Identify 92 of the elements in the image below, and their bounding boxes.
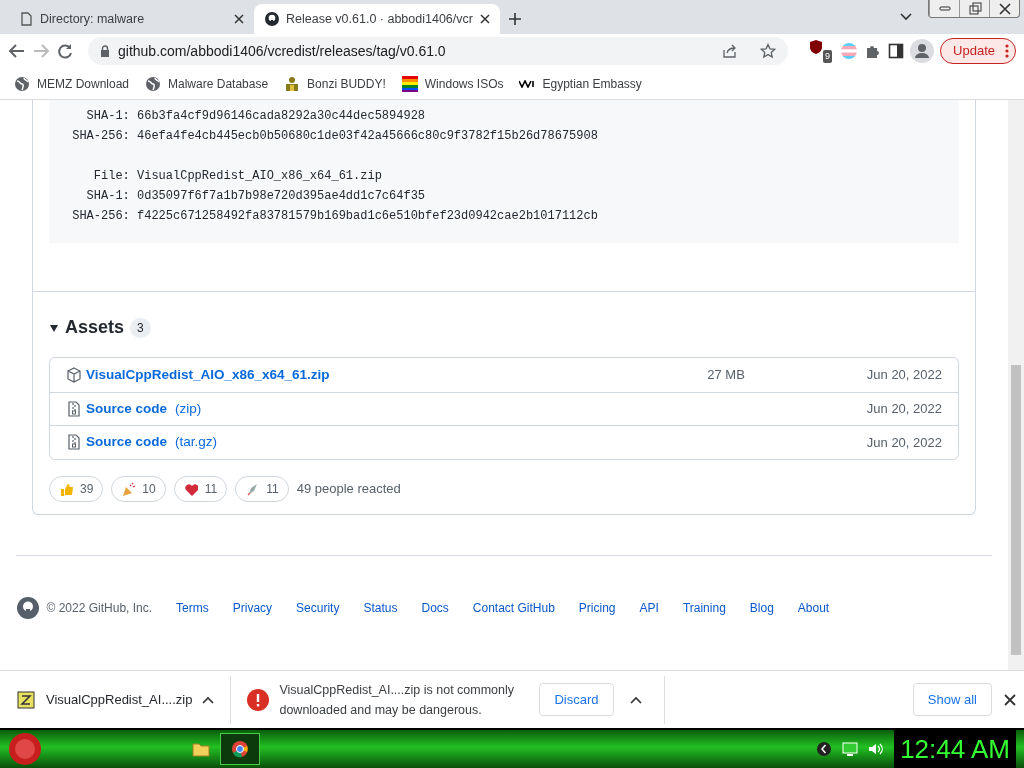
assets-heading[interactable]: Assets	[65, 314, 125, 341]
footer-link[interactable]: Docs	[421, 599, 449, 617]
extension-badge: 9	[823, 49, 833, 63]
update-button[interactable]: Update	[940, 38, 1016, 64]
reaction-button[interactable]: 11	[235, 475, 289, 502]
warning-text: VisualCppRedist_AI....zip is not commonly downloaded and may be dangerous.	[279, 681, 516, 719]
address-bar[interactable]: github.com/abbodi1406/vcredist/releases/tag/v0.61.0	[88, 37, 789, 65]
footer-link[interactable]: Terms	[176, 599, 209, 617]
shield-extension-icon[interactable]: 9	[808, 39, 833, 63]
restore-icon[interactable]	[966, 2, 983, 15]
side-panel-icon[interactable]	[888, 43, 905, 59]
chevron-up-icon[interactable]	[202, 695, 215, 704]
thumbs-up-icon	[59, 481, 73, 496]
chevron-left-icon[interactable]	[816, 741, 833, 757]
asset-date: Jun 20, 2022	[866, 433, 942, 452]
lock-icon	[100, 45, 110, 57]
close-icon[interactable]	[1004, 693, 1016, 706]
bookmark[interactable]: Bonzi BUDDY!	[284, 74, 386, 93]
asset-link[interactable]: VisualCppRedist_AIO_x86_x64_61.zip	[86, 364, 330, 385]
chevron-down-icon[interactable]	[900, 13, 912, 21]
copyright-text: © 2022 GitHub, Inc.	[46, 600, 153, 617]
speaker-icon[interactable]	[868, 741, 885, 757]
figure-icon	[284, 75, 301, 92]
checksum-line: SHA-1: 66b3fa4cf9d96146cada8292a30c44dec5894928	[85, 108, 427, 125]
close-icon[interactable]	[996, 2, 1013, 15]
shield-icon	[808, 39, 825, 55]
asset-format-link[interactable]: (zip)	[175, 398, 202, 419]
checksum-line: SHA-256: f4225c671258492fa83781579b169bad1c6e510bfef23d0942cae2b1017112cb	[71, 208, 599, 225]
asset-format-link[interactable]: (tar.gz)	[175, 432, 218, 453]
browser-tab[interactable]: Release v0.61.0 · abbodi1406/vcr	[254, 4, 500, 34]
globe-icon	[14, 75, 30, 92]
archive-file-icon	[16, 689, 36, 710]
close-icon[interactable]	[234, 14, 244, 24]
browser-tab[interactable]: Directory: malware	[8, 4, 254, 34]
bookmark[interactable]: Egyptian Embassy	[519, 74, 642, 93]
package-icon	[66, 366, 82, 383]
checksum-line: File: VisualCppRedist_AIO_x86_x64_61.zip	[92, 168, 383, 185]
asset-link[interactable]: Source code	[86, 398, 168, 419]
checksum-line: SHA-1: 0d35097f6f7a1b7b98e720d395ae4dd1c7c64f35	[85, 188, 427, 205]
file-size: 27 MB	[707, 366, 745, 384]
more-icon	[1005, 44, 1009, 58]
star-icon[interactable]	[760, 43, 777, 59]
reload-icon[interactable]	[56, 42, 74, 60]
footer-link[interactable]: Status	[363, 599, 398, 617]
bookmark[interactable]: MEMZ Download	[14, 74, 130, 93]
document-icon	[18, 11, 34, 27]
url-text: github.com/abbodi1406/vcredist/releases/tag/v0.61.0	[118, 41, 447, 61]
footer-link[interactable]: Security	[296, 599, 340, 617]
asset-date: Jun 20, 2022	[866, 366, 942, 384]
zip-file-icon	[66, 400, 82, 417]
warning-icon	[247, 688, 270, 711]
reaction-button[interactable]: 10	[111, 475, 166, 502]
triangle-down-icon[interactable]	[49, 322, 59, 333]
rainbow-stripes-icon	[401, 75, 418, 92]
reaction-button[interactable]: 11	[173, 475, 228, 502]
scrollbar[interactable]	[1008, 100, 1024, 670]
globe-icon	[145, 75, 162, 92]
footer-link[interactable]: Pricing	[578, 599, 616, 617]
party-popper-icon	[121, 481, 136, 496]
bookmark[interactable]: Windows ISOs	[401, 74, 504, 93]
reaction-summary: 49 people reacted	[296, 479, 401, 498]
zip-file-icon	[66, 434, 82, 451]
download-item[interactable]: VisualCppRedist_AI....zip	[16, 675, 232, 724]
footer-link[interactable]: About	[797, 599, 830, 617]
footer-link[interactable]: Contact GitHub	[472, 599, 555, 617]
asset-link[interactable]: Source code	[86, 432, 168, 453]
scrollbar-thumb[interactable]	[1011, 365, 1021, 655]
footer-link[interactable]: Privacy	[232, 599, 273, 617]
close-icon[interactable]	[480, 14, 490, 24]
discard-button[interactable]: Discard	[539, 682, 614, 717]
checksum-line: SHA-256: 46efa4fe4cb445ecb0b50680c1de03f42a45666c80c9f3782f15b26d78675908	[71, 128, 599, 145]
show-all-button[interactable]: Show all	[912, 682, 992, 717]
reaction-button[interactable]: 39	[49, 475, 104, 502]
footer-link[interactable]: Blog	[749, 599, 774, 617]
profile-icon[interactable]	[910, 39, 935, 63]
back-icon[interactable]	[8, 42, 26, 60]
monitor-icon[interactable]	[842, 741, 859, 757]
share-icon[interactable]	[722, 43, 739, 59]
chevron-up-icon[interactable]	[629, 695, 642, 704]
start-button-icon[interactable]	[8, 732, 42, 766]
footer-link[interactable]: API	[639, 599, 659, 617]
browser-icon	[231, 740, 249, 758]
clock-text[interactable]: 12:44 AM	[894, 730, 1016, 768]
count-badge: 3	[130, 317, 151, 338]
footer-link[interactable]: Training	[682, 599, 726, 617]
bookmark[interactable]: Malware Database	[145, 74, 269, 93]
wave-logo-icon	[519, 79, 536, 88]
heart-icon	[183, 481, 198, 496]
browser-taskbar-button[interactable]	[220, 733, 260, 765]
new-tab-icon[interactable]	[508, 12, 522, 26]
asset-date: Jun 20, 2022	[866, 400, 942, 418]
folder-icon[interactable]	[192, 741, 210, 757]
